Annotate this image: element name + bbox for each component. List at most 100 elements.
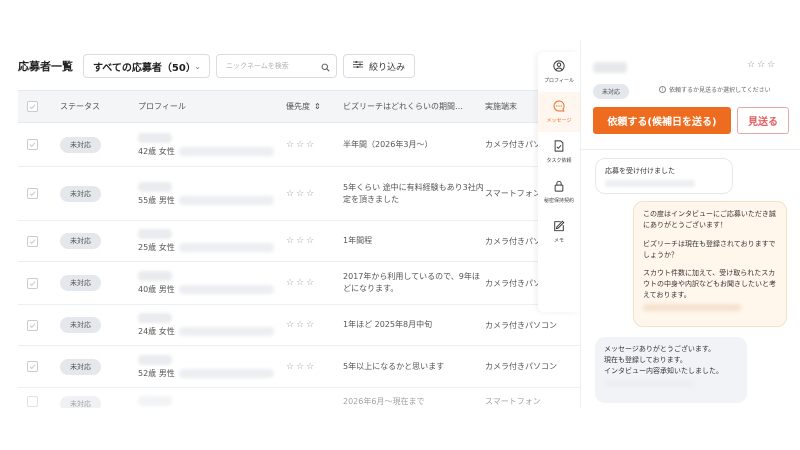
table-row[interactable]: 未対応 42歳 女性 ☆☆☆ 半年間（2026年3月〜） カメラ付きパソ bbox=[18, 123, 580, 167]
period-cell: 1年間程 bbox=[343, 236, 373, 246]
priority-stars[interactable]: ☆☆☆ bbox=[286, 278, 316, 288]
priority-stars[interactable]: ☆☆☆ bbox=[286, 362, 316, 372]
menu-item-label: メッセージ bbox=[546, 118, 572, 124]
table-row[interactable]: 未対応 40歳 男性 ☆☆☆ 2017年から利用しているので、9年ほどになります… bbox=[18, 262, 580, 305]
table-row[interactable]: 未対応 52歳 男性 ☆☆☆ 5年以上になるかと思います カメラ付きパソコン bbox=[18, 346, 580, 388]
row-checkbox[interactable] bbox=[26, 319, 38, 331]
device-cell: カメラ付きパソコン bbox=[485, 362, 557, 371]
device-cell: カメラ付きパソコン bbox=[485, 320, 557, 330]
column-header-priority[interactable]: 優先度 ⇕ bbox=[286, 101, 343, 112]
filter-button-label: 絞り込み bbox=[368, 62, 405, 73]
blurred-message-meta bbox=[643, 303, 741, 311]
task-icon bbox=[553, 140, 565, 154]
request-button[interactable]: 依頼する(候補日を送る) bbox=[593, 107, 731, 134]
select-all-checkbox[interactable] bbox=[26, 101, 38, 112]
profile-icon bbox=[553, 60, 565, 74]
period-cell: 5年くらい 途中に有料経験もあり3社内定を頂きました bbox=[343, 182, 484, 204]
applicant-filter-select[interactable]: すべての応募者（50） ⌄ bbox=[83, 54, 210, 78]
message-bubble-outgoing: この度はインタビューにご応募いただき誠にありがとうございます！ ビズリーチは現在… bbox=[633, 201, 787, 327]
status-badge: 未対応 bbox=[593, 84, 630, 99]
blurred-profile-detail bbox=[178, 243, 274, 252]
row-checkbox[interactable] bbox=[26, 361, 38, 372]
row-checkbox[interactable] bbox=[26, 396, 38, 407]
blurred-profile-detail bbox=[178, 368, 274, 378]
status-badge: 未対応 bbox=[60, 275, 101, 291]
message-bubble-incoming: 応募を受け付けました bbox=[595, 158, 733, 194]
profile-text: 42歳 女性 bbox=[138, 146, 175, 156]
detail-side-menu: プロフィール メッセージ タスク依頼 秘密保持契約 メモ bbox=[538, 52, 580, 312]
menu-item-memo[interactable]: メモ bbox=[538, 212, 580, 252]
column-header-period: ビズリーチはどれくらいの期間… bbox=[343, 101, 463, 111]
blurred-candidate-name bbox=[593, 62, 627, 73]
row-checkbox[interactable] bbox=[26, 139, 38, 150]
search-icon bbox=[321, 57, 330, 76]
chat-panel: ☆☆☆ 未対応 i 依頼するか見送るか選択してください 依頼する(候補日を送る)… bbox=[580, 40, 800, 408]
device-cell: スマートフォン bbox=[485, 397, 541, 406]
column-header-priority-label: 優先度 bbox=[286, 102, 310, 111]
blurred-nickname bbox=[138, 271, 172, 281]
message-text: インタビュー内容承知いたしました。 bbox=[604, 366, 723, 375]
action-hint-text: 依頼するか見送るか選択してください bbox=[669, 87, 771, 94]
blurred-nickname bbox=[138, 396, 172, 406]
action-hint: i 依頼するか見送るか選択してください bbox=[659, 85, 771, 94]
blurred-profile-detail bbox=[178, 146, 274, 156]
priority-stars[interactable]: ☆☆☆ bbox=[286, 140, 316, 150]
column-header-profile: プロフィール bbox=[138, 102, 186, 111]
page-title: 応募者一覧 bbox=[18, 60, 73, 73]
menu-item-profile[interactable]: プロフィール bbox=[538, 52, 580, 92]
menu-item-label: 秘密保持契約 bbox=[543, 198, 574, 204]
priority-stars[interactable]: ☆☆☆ bbox=[286, 236, 316, 246]
message-icon bbox=[553, 100, 565, 114]
table-row[interactable]: 未対応 2026年6月〜現在まで スマートフォン bbox=[18, 388, 580, 408]
decline-button[interactable]: 見送る bbox=[737, 107, 789, 134]
app-window: 応募者一覧 すべての応募者（50） ⌄ 絞り込み ステータス bbox=[0, 40, 800, 408]
message-text: スカウト件数に加えて、受け取られたスカウトの中身や内訳などもお聞きしたいと考えて… bbox=[643, 269, 776, 300]
chevron-down-icon: ⌄ bbox=[194, 61, 201, 71]
menu-item-message[interactable]: メッセージ bbox=[538, 92, 580, 132]
sliders-icon bbox=[352, 60, 363, 72]
applicant-table: ステータス プロフィール 優先度 ⇕ ビズリーチはどれくらいの期間… 実施端末 … bbox=[18, 90, 580, 408]
menu-item-task-request[interactable]: タスク依頼 bbox=[538, 132, 580, 172]
list-toolbar: 応募者一覧 すべての応募者（50） ⌄ 絞り込み bbox=[18, 54, 415, 78]
priority-stars[interactable]: ☆☆☆ bbox=[286, 189, 316, 199]
period-cell: 半年間（2026年3月〜） bbox=[343, 139, 433, 149]
status-badge: 未対応 bbox=[60, 233, 101, 249]
table-row[interactable]: 未対応 55歳 男性 ☆☆☆ 5年くらい 途中に有料経験もあり3社内定を頂きまし… bbox=[18, 167, 580, 221]
status-badge: 未対応 bbox=[60, 396, 101, 408]
sort-icon: ⇕ bbox=[314, 102, 321, 111]
table-header: ステータス プロフィール 優先度 ⇕ ビズリーチはどれくらいの期間… 実施端末 bbox=[18, 90, 580, 123]
message-text: この度はインタビューにご応募いただき誠にありがとうございます！ bbox=[643, 210, 776, 229]
period-cell: 5年以上になるかと思います bbox=[343, 361, 445, 371]
nickname-search[interactable] bbox=[216, 54, 337, 78]
menu-item-nda[interactable]: 秘密保持契約 bbox=[538, 172, 580, 212]
memo-icon bbox=[553, 220, 565, 234]
table-row[interactable]: 未対応 24歳 女性 ☆☆☆ 1年ほど 2025年8月中旬 カメラ付きパソコン bbox=[18, 305, 580, 346]
profile-text: 40歳 男性 bbox=[138, 285, 175, 294]
period-cell: 2017年から利用しているので、9年ほどになります。 bbox=[343, 272, 480, 293]
blurred-message-meta bbox=[605, 179, 695, 187]
period-cell: 1年ほど 2025年8月中旬 bbox=[343, 320, 433, 330]
profile-text: 52歳 男性 bbox=[138, 368, 175, 378]
filter-button[interactable]: 絞り込み bbox=[343, 54, 415, 78]
message-bubble-incoming: メッセージありがとうございます。 現在も登録しております。 インタビュー内容承知… bbox=[595, 337, 747, 403]
period-cell: 2026年6月〜現在まで bbox=[343, 397, 425, 406]
status-badge: 未対応 bbox=[60, 317, 101, 333]
blurred-nickname bbox=[138, 229, 172, 239]
row-checkbox[interactable] bbox=[26, 235, 38, 247]
menu-item-label: メモ bbox=[553, 238, 564, 244]
profile-text: 55歳 男性 bbox=[138, 195, 175, 205]
table-row[interactable]: 未対応 25歳 女性 ☆☆☆ 1年間程 カメラ付きパソ bbox=[18, 221, 580, 262]
message-spacer bbox=[643, 260, 777, 268]
profile-text: 25歳 女性 bbox=[138, 243, 175, 252]
message-text: ビズリーチは現在も登録されておりますでしょうか？ bbox=[643, 239, 776, 259]
priority-stars[interactable]: ☆☆☆ bbox=[747, 60, 777, 70]
lock-icon bbox=[553, 180, 565, 194]
row-checkbox[interactable] bbox=[26, 277, 38, 289]
chat-header: ☆☆☆ 未対応 i 依頼するか見送るか選択してください 依頼する(候補日を送る)… bbox=[581, 40, 800, 150]
nickname-search-input[interactable] bbox=[226, 62, 316, 70]
menu-item-label: プロフィール bbox=[544, 78, 574, 84]
row-checkbox[interactable] bbox=[26, 188, 38, 199]
priority-stars[interactable]: ☆☆☆ bbox=[286, 320, 316, 330]
blurred-nickname bbox=[138, 181, 172, 192]
message-text: 現在も登録しております。 bbox=[604, 355, 687, 364]
